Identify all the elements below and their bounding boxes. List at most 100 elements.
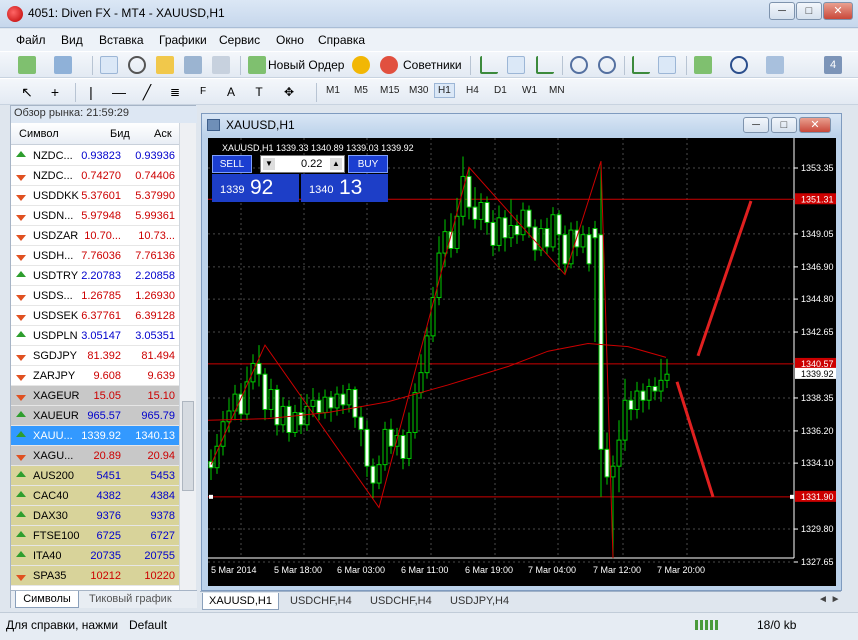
- market-row[interactable]: XAGEUR 15.05 15.10: [11, 386, 179, 406]
- lot-size-field[interactable]: ▼ 0.22 ▲: [260, 155, 345, 173]
- market-row[interactable]: USDH... 7.76036 7.76136: [11, 246, 179, 266]
- indicators-icon[interactable]: [694, 56, 712, 74]
- menu-view[interactable]: Вид: [61, 33, 83, 47]
- market-row[interactable]: USDPLN 3.05147 3.05351: [11, 326, 179, 346]
- market-row[interactable]: DAX30 9376 9378: [11, 506, 179, 526]
- tf-m30[interactable]: M30: [409, 85, 428, 96]
- tf-w1[interactable]: W1: [522, 85, 537, 96]
- new-order-button[interactable]: Новый Ордер: [268, 58, 344, 72]
- chart-close-button[interactable]: ✕: [799, 117, 831, 133]
- menu-insert[interactable]: Вставка: [99, 33, 144, 47]
- market-row[interactable]: NZDC... 0.93823 0.93936: [11, 146, 179, 166]
- market-row[interactable]: USDN... 5.97948 5.99361: [11, 206, 179, 226]
- terminal-icon[interactable]: [184, 56, 202, 74]
- scroll-thumb[interactable]: [182, 401, 194, 491]
- sell-button[interactable]: SELL: [212, 155, 252, 173]
- profiles-icon[interactable]: [54, 56, 72, 74]
- tab-xauusd-h1[interactable]: XAUUSD,H1: [202, 593, 279, 610]
- menu-window[interactable]: Окно: [276, 33, 304, 47]
- notifications-badge[interactable]: 4: [824, 56, 842, 74]
- zoom-in-icon[interactable]: [570, 56, 588, 74]
- maximize-button[interactable]: □: [796, 2, 822, 20]
- bar-chart-icon[interactable]: [480, 56, 498, 74]
- expert-advisors-icon[interactable]: [380, 56, 398, 74]
- market-watch-scrollbar[interactable]: [179, 123, 196, 591]
- warning-icon[interactable]: [352, 56, 370, 74]
- market-row[interactable]: USDZAR 10.70... 10.73...: [11, 226, 179, 246]
- market-row[interactable]: CAC40 4382 4384: [11, 486, 179, 506]
- expert-advisors-button[interactable]: Советники: [403, 58, 462, 72]
- ask-price: 6727: [150, 530, 175, 542]
- close-button[interactable]: ✕: [823, 2, 853, 20]
- col-bid[interactable]: Бид: [110, 128, 130, 140]
- templates-icon[interactable]: [766, 56, 784, 74]
- lot-increase-icon[interactable]: ▲: [330, 158, 342, 170]
- fibonacci-icon[interactable]: F: [194, 83, 212, 101]
- tab-usdchf-h4[interactable]: USDCHF,H4: [284, 593, 358, 610]
- chart-minimize-button[interactable]: ─: [743, 117, 769, 133]
- tf-mn[interactable]: MN: [549, 85, 565, 96]
- chart-restore-button[interactable]: □: [771, 117, 797, 133]
- channel-icon[interactable]: ≣: [166, 83, 184, 101]
- strategy-tester-icon[interactable]: [212, 56, 230, 74]
- market-row[interactable]: XAUU... 1339.92 1340.13: [11, 426, 179, 446]
- periods-icon[interactable]: [730, 56, 748, 74]
- market-row[interactable]: USDSEK 6.37761 6.39128: [11, 306, 179, 326]
- tf-m5[interactable]: M5: [354, 85, 368, 96]
- market-row[interactable]: XAUEUR 965.57 965.79: [11, 406, 179, 426]
- market-row[interactable]: USDS... 1.26785 1.26930: [11, 286, 179, 306]
- tf-m1[interactable]: M1: [326, 85, 340, 96]
- arrows-icon[interactable]: ✥: [280, 83, 298, 101]
- tab-scroll-icon[interactable]: ◄ ►: [818, 594, 841, 605]
- tab-symbols[interactable]: Символы: [15, 591, 79, 608]
- sell-price-box[interactable]: 1339 92: [212, 174, 299, 202]
- vertical-line-icon[interactable]: |: [82, 83, 100, 101]
- crosshair-icon[interactable]: +: [46, 83, 64, 101]
- menu-file[interactable]: Файл: [16, 33, 46, 47]
- cursor-icon[interactable]: ↖: [18, 83, 36, 101]
- new-order-icon[interactable]: [248, 56, 266, 74]
- tab-usdjpy-h4[interactable]: USDJPY,H4: [444, 593, 515, 610]
- menu-charts[interactable]: Графики: [159, 33, 207, 47]
- zoom-out-icon[interactable]: [598, 56, 616, 74]
- autoscroll-icon[interactable]: [632, 56, 650, 74]
- market-row[interactable]: USDTRY 2.20783 2.20858: [11, 266, 179, 286]
- market-row[interactable]: SPA35 10212 10220: [11, 566, 179, 586]
- lot-decrease-icon[interactable]: ▼: [263, 158, 275, 170]
- trendline-icon[interactable]: ╱: [138, 83, 156, 101]
- menu-help[interactable]: Справка: [318, 33, 365, 47]
- chart-shift-icon[interactable]: [658, 56, 676, 74]
- new-chart-icon[interactable]: [18, 56, 36, 74]
- price-chart[interactable]: 1353.35 1349.05 1346.90 1344.80 1342.65 1338.…: [208, 138, 836, 586]
- tf-h1[interactable]: H1: [434, 83, 455, 98]
- candlestick-icon[interactable]: [507, 56, 525, 74]
- lot-value[interactable]: 0.22: [301, 158, 322, 170]
- market-row[interactable]: FTSE100 6725 6727: [11, 526, 179, 546]
- data-window-icon[interactable]: [156, 56, 174, 74]
- chart-canvas[interactable]: 1353.35 1349.05 1346.90 1344.80 1342.65 1338.…: [208, 138, 836, 586]
- text-label-icon[interactable]: T: [250, 83, 268, 101]
- market-row[interactable]: USDDKK 5.37601 5.37990: [11, 186, 179, 206]
- col-ask[interactable]: Аск: [154, 128, 172, 140]
- horizontal-line-icon[interactable]: —: [110, 83, 128, 101]
- market-row[interactable]: NZDC... 0.74270 0.74406: [11, 166, 179, 186]
- navigator-icon[interactable]: [128, 56, 146, 74]
- tf-m15[interactable]: M15: [380, 85, 399, 96]
- market-watch-icon[interactable]: [100, 56, 118, 74]
- line-chart-icon[interactable]: [536, 56, 554, 74]
- col-symbol[interactable]: Символ: [19, 128, 59, 140]
- buy-button[interactable]: BUY: [348, 155, 388, 173]
- market-row[interactable]: ITA40 20735 20755: [11, 546, 179, 566]
- tab-tick-chart[interactable]: Тиковый график: [89, 593, 172, 605]
- tab-usdchf-h4-2[interactable]: USDCHF,H4: [364, 593, 438, 610]
- buy-price-box[interactable]: 1340 13: [301, 174, 388, 202]
- market-row[interactable]: AUS200 5451 5453: [11, 466, 179, 486]
- tf-d1[interactable]: D1: [494, 85, 507, 96]
- market-row[interactable]: SGDJPY 81.392 81.494: [11, 346, 179, 366]
- market-row[interactable]: XAGU... 20.89 20.94: [11, 446, 179, 466]
- tf-h4[interactable]: H4: [466, 85, 479, 96]
- minimize-button[interactable]: ─: [769, 2, 795, 20]
- market-row[interactable]: ZARJPY 9.608 9.639: [11, 366, 179, 386]
- text-icon[interactable]: A: [222, 83, 240, 101]
- menu-tools[interactable]: Сервис: [219, 33, 260, 47]
